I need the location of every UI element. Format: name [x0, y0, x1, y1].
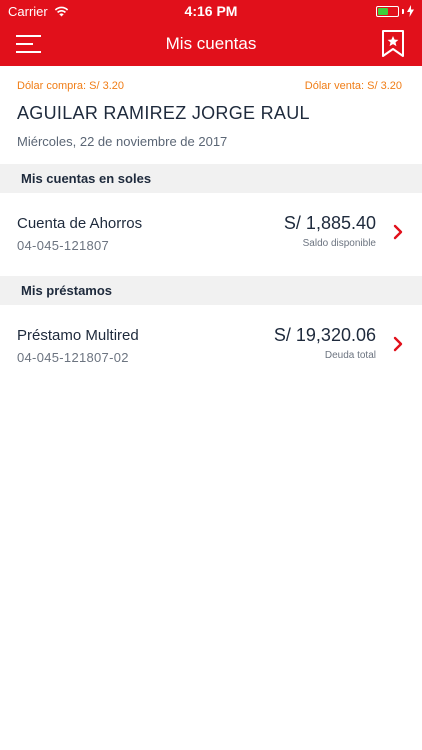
chevron-right-icon: [393, 224, 403, 240]
screen: Carrier 4:16 PM Mis cuentas Dólar compra…: [0, 0, 422, 750]
loan-debt: S/ 19,320.06: [273, 325, 376, 345]
status-bar: Carrier 4:16 PM: [0, 0, 422, 22]
section-header-loans: Mis préstamos: [0, 276, 422, 305]
favorites-button[interactable]: [381, 29, 405, 59]
current-date: Miércoles, 22 de noviembre de 2017: [17, 134, 228, 149]
account-balance: S/ 1,885.40: [283, 213, 376, 233]
battery-tip: [402, 8, 404, 14]
loan-row-multired[interactable]: Préstamo Multired 04-045-121807-02 S/ 19…: [0, 305, 422, 385]
page-title: Mis cuentas: [165, 34, 257, 53]
battery-body: [376, 5, 399, 17]
bookmark-star-icon: [382, 30, 404, 57]
account-number: 04-045-121807: [17, 238, 110, 253]
charging-icon: [407, 5, 414, 17]
account-balance-label: Saldo disponible: [302, 238, 376, 249]
status-time: 4:16 PM: [184, 3, 238, 19]
loan-name: Préstamo Multired: [17, 327, 139, 344]
chevron-right-icon: [393, 336, 403, 352]
battery-level: [378, 7, 389, 15]
dollar-buy-rate: Dólar compra: S/ 3.20: [17, 80, 124, 92]
account-row-savings[interactable]: Cuenta de Ahorros 04-045-121807 S/ 1,885…: [0, 193, 422, 273]
client-name: AGUILAR RAMIREZ JORGE RAUL: [17, 103, 310, 123]
nav-bar: Mis cuentas: [0, 22, 422, 66]
account-name: Cuenta de Ahorros: [17, 215, 143, 232]
loan-number: 04-045-121807-02: [17, 350, 129, 365]
loan-debt-label: Deuda total: [324, 350, 376, 361]
dollar-sell-rate: Dólar venta: S/ 3.20: [304, 80, 402, 92]
battery-icon: [376, 5, 414, 17]
section-header-accounts: Mis cuentas en soles: [0, 164, 422, 193]
